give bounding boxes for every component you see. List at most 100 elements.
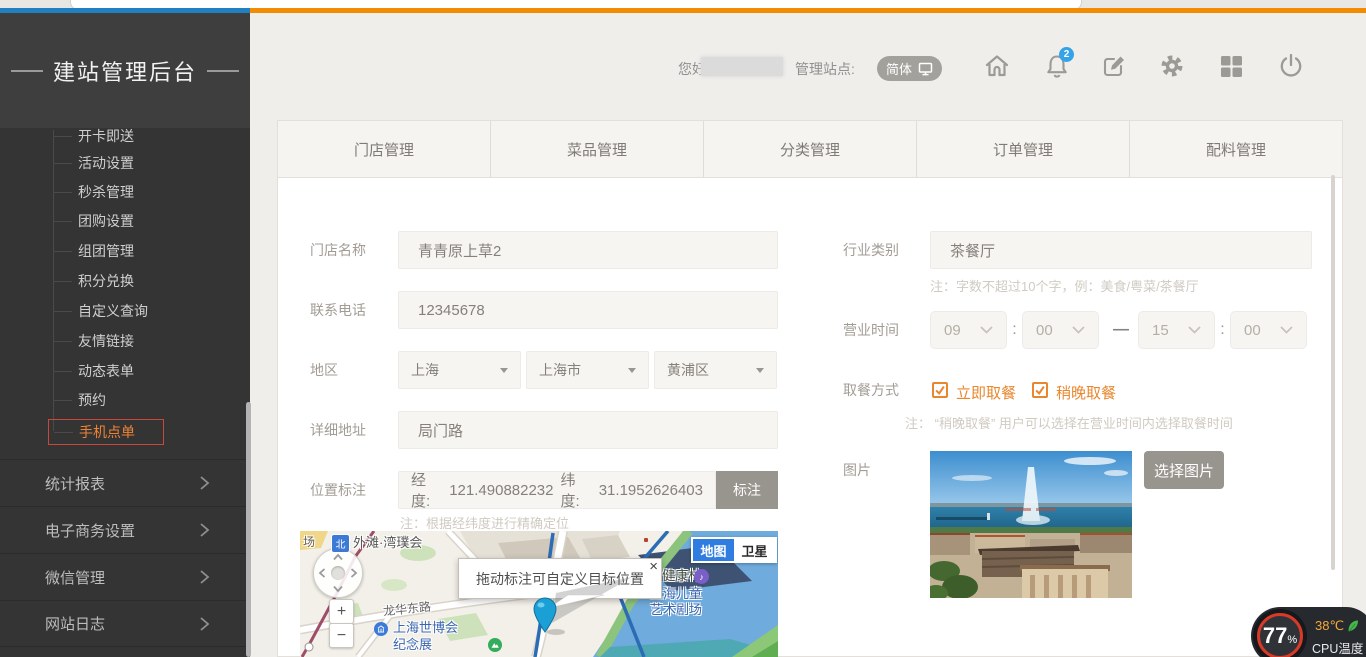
tab-ingredient-management[interactable]: 配料管理 xyxy=(1130,121,1342,177)
city-select[interactable]: 上海市 xyxy=(526,351,649,389)
notification-badge: 2 xyxy=(1059,47,1074,62)
mark-location-button[interactable]: 标注 xyxy=(716,471,778,509)
address-input[interactable]: 局门路 xyxy=(398,411,778,449)
language-pill-button[interactable]: 简体 xyxy=(877,56,942,81)
time-colon: : xyxy=(1007,311,1022,349)
zoom-out-button[interactable]: − xyxy=(329,623,354,648)
dropdown-caret-icon xyxy=(628,368,636,373)
pan-knob[interactable] xyxy=(331,566,345,580)
pan-down-icon[interactable] xyxy=(332,585,344,593)
location-label: 位置标注 xyxy=(310,471,366,509)
store-photo-preview xyxy=(930,451,1132,598)
sidebar-section-statistics[interactable]: 统计报表 xyxy=(0,459,250,506)
username-redacted xyxy=(701,57,783,76)
open-hour-select[interactable]: 09 xyxy=(930,311,1007,349)
cpu-widget-label: CPU温度 xyxy=(1312,638,1363,657)
map-type-toggle: 地图 卫星 xyxy=(691,537,777,563)
sidebar-item-booking[interactable]: 预约 xyxy=(78,389,106,411)
dropdown-caret-icon xyxy=(500,368,508,373)
cpu-temperature: 38℃ xyxy=(1315,618,1359,634)
sidebar-section-ecommerce[interactable]: 电子商务设置 xyxy=(0,506,250,553)
pan-up-icon[interactable] xyxy=(332,553,344,561)
sidebar-section-wechat[interactable]: 微信管理 xyxy=(0,553,250,600)
industry-label: 行业类别 xyxy=(843,231,899,269)
power-icon[interactable] xyxy=(1277,52,1305,80)
app-title: 建站管理后台 xyxy=(53,55,197,87)
cpu-usage-dial: 77% xyxy=(1253,609,1307,657)
pickup-later-label[interactable]: 稍晚取餐 xyxy=(1056,382,1116,403)
museum-poi-icon xyxy=(374,622,388,636)
tab-store-management[interactable]: 门店管理 xyxy=(278,121,491,177)
location-input[interactable]: 经度: 121.490882232 纬度: 31.1952626403 xyxy=(398,471,716,509)
chevron-right-icon xyxy=(198,569,210,585)
close-minute-select[interactable]: 00 xyxy=(1230,311,1307,349)
pickup-later-checkbox[interactable] xyxy=(1032,382,1048,398)
industry-input[interactable]: 茶餐厅 xyxy=(930,231,1312,269)
choose-image-button[interactable]: 选择图片 xyxy=(1144,451,1224,489)
accent-bar-right xyxy=(250,8,1366,13)
hours-label: 营业时间 xyxy=(843,311,899,349)
leaf-icon xyxy=(1347,619,1359,633)
manage-site-label: 管理站点: xyxy=(795,59,855,79)
pan-left-icon[interactable] xyxy=(318,567,326,579)
map-view-button[interactable]: 地图 xyxy=(693,539,734,561)
sidebar-section-logs[interactable]: 网站日志 xyxy=(0,600,250,647)
sidebar-item-group[interactable]: 组团管理 xyxy=(78,240,134,262)
sidebar-item-forms[interactable]: 动态表单 xyxy=(78,360,134,382)
satellite-view-button[interactable]: 卫星 xyxy=(734,539,775,561)
pan-right-icon[interactable] xyxy=(350,567,358,579)
lng-value[interactable]: 121.490882232 xyxy=(449,482,553,499)
map-label-expo-2: 纪念展 xyxy=(393,634,432,653)
store-name-input[interactable]: 青青原上草2 xyxy=(398,231,778,269)
phone-input[interactable]: 12345678 xyxy=(398,291,778,329)
sidebar-item-points[interactable]: 积分兑换 xyxy=(78,270,134,292)
tab-order-management[interactable]: 订单管理 xyxy=(917,121,1130,177)
sidebar-scrollbar[interactable] xyxy=(246,402,251,657)
grid-icon[interactable] xyxy=(1217,52,1245,80)
chevron-down-icon xyxy=(1072,326,1085,334)
tab-dish-management[interactable]: 菜品管理 xyxy=(491,121,704,177)
pickup-now-label[interactable]: 立即取餐 xyxy=(956,382,1016,403)
map-pan-control[interactable] xyxy=(313,548,363,598)
sidebar-header: 建站管理后台 xyxy=(0,13,250,128)
screen: 开卡即送 活动设置 秒杀管理 团购设置 组团管理 积分兑换 自定义查询 友情链接… xyxy=(0,0,1366,657)
chevron-down-icon xyxy=(1280,326,1293,334)
sidebar-item-groupbuy[interactable]: 团购设置 xyxy=(78,210,134,232)
sidebar-item-seckill[interactable]: 秒杀管理 xyxy=(78,181,134,203)
pickup-now-checkbox[interactable] xyxy=(932,382,948,398)
address-label: 详细地址 xyxy=(310,411,366,449)
check-icon xyxy=(1034,384,1046,396)
sidebar-item-custom-query[interactable]: 自定义查询 xyxy=(78,300,148,322)
card-scrollbar[interactable] xyxy=(1331,175,1335,570)
compose-icon[interactable] xyxy=(1100,52,1128,80)
sidebar-item-activity[interactable]: 活动设置 xyxy=(78,152,134,174)
close-icon[interactable]: × xyxy=(649,560,658,574)
monitor-icon xyxy=(918,62,933,76)
province-select[interactable]: 上海 xyxy=(398,351,521,389)
chevron-down-icon xyxy=(980,326,993,334)
tab-category-management[interactable]: 分类管理 xyxy=(704,121,917,177)
sidebar-item-card-gift[interactable]: 开卡即送 xyxy=(78,125,134,147)
chevron-right-icon xyxy=(198,475,210,491)
zoom-in-button[interactable]: + xyxy=(329,599,354,624)
sidebar-item-mobile-order-active[interactable]: 手机点单 xyxy=(48,419,164,445)
lat-value[interactable]: 31.1952626403 xyxy=(599,482,703,499)
sidebar-item-links[interactable]: 友情链接 xyxy=(78,330,134,352)
cpu-percent: 77 xyxy=(1263,623,1287,649)
map-canvas[interactable]: 场 外滩·湾璞会 龙华东路 上海世博会 纪念展 健康林 上海儿童 艺术剧场 ♪ … xyxy=(300,531,778,657)
pickup-note: 注： “稍晚取餐” 用户可以选择在营业时间内选择取餐时间 xyxy=(905,413,1233,432)
home-icon[interactable] xyxy=(983,52,1011,80)
browser-edge xyxy=(0,0,1366,8)
close-hour-select[interactable]: 15 xyxy=(1138,311,1215,349)
district-select[interactable]: 黄浦区 xyxy=(654,351,777,389)
gear-icon[interactable] xyxy=(1158,52,1186,80)
open-minute-select[interactable]: 00 xyxy=(1022,311,1099,349)
industry-note: 注：字数不超过10个字，例：美食/粤菜/茶餐厅 xyxy=(930,276,1199,295)
map-tooltip: 拖动标注可自定义目标位置 × xyxy=(458,558,662,599)
map-label-bund: 外滩·湾璞会 xyxy=(353,532,422,551)
check-icon xyxy=(934,384,946,396)
pickup-label: 取餐方式 xyxy=(843,371,899,409)
park-poi-icon xyxy=(488,638,502,652)
location-note: 注：根据经纬度进行精确定位 xyxy=(400,513,569,532)
time-range-dash: — xyxy=(1104,311,1138,349)
